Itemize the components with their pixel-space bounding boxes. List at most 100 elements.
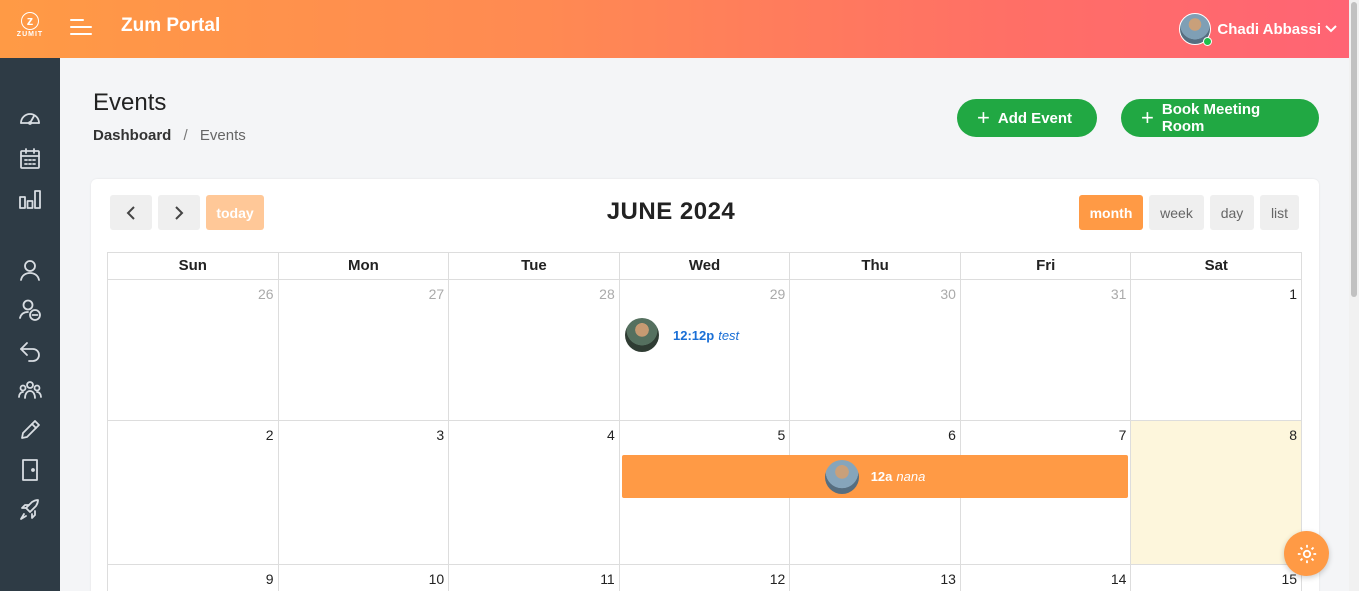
team-icon[interactable] [18, 378, 42, 402]
event-name: test [718, 327, 740, 343]
calendar-day-cell[interactable]: 13 [789, 565, 960, 591]
next-month-button[interactable] [158, 195, 200, 230]
prev-month-button[interactable] [110, 195, 152, 230]
rocket-icon[interactable] [18, 498, 42, 522]
day-number[interactable]: 5 [778, 427, 786, 443]
day-number[interactable]: 4 [607, 427, 615, 443]
plus-icon: + [977, 105, 990, 130]
calendar-day-cell[interactable]: 1 [1130, 280, 1303, 421]
chevron-down-icon [1325, 22, 1337, 36]
bar-chart-icon[interactable] [18, 187, 42, 211]
door-exit-icon[interactable] [18, 458, 42, 482]
settings-fab-button[interactable] [1284, 531, 1329, 576]
calendar-week-row: 9 10 11 12 13 14 15 [107, 565, 1303, 591]
logo-mark-icon: z [21, 12, 39, 30]
pencil-icon[interactable] [18, 418, 42, 442]
plus-icon: + [1141, 105, 1154, 130]
online-status-dot [1203, 37, 1213, 46]
logo-text: ZUMIT [16, 31, 44, 38]
add-event-button[interactable]: + Add Event [957, 99, 1097, 137]
day-number[interactable]: 8 [1289, 427, 1297, 443]
day-number[interactable]: 11 [600, 571, 615, 587]
calendar-day-cell[interactable]: 3 [277, 421, 449, 565]
day-number[interactable]: 15 [1281, 571, 1297, 587]
today-button[interactable]: today [206, 195, 264, 230]
dow-fri: Fri [959, 252, 1131, 280]
dow-sat: Sat [1130, 252, 1303, 280]
day-number[interactable]: 13 [940, 571, 956, 587]
user-icon[interactable] [18, 258, 42, 282]
chevron-right-icon [175, 205, 184, 220]
day-number[interactable]: 27 [429, 286, 445, 302]
calendar-day-cell[interactable]: 27 [277, 280, 449, 421]
calendar-day-cell[interactable]: 12 [618, 565, 790, 591]
day-number[interactable]: 30 [940, 286, 956, 302]
calendar-day-cell[interactable]: 26 [107, 280, 278, 421]
gear-icon [1297, 544, 1316, 563]
user-menu[interactable]: Chadi Abbassi [1179, 13, 1337, 46]
dow-mon: Mon [277, 252, 449, 280]
day-number[interactable]: 7 [1119, 427, 1127, 443]
scrollbar-thumb[interactable] [1351, 2, 1357, 297]
breadcrumb: Dashboard / Events [93, 127, 246, 144]
calendar-day-cell[interactable]: 15 [1130, 565, 1303, 591]
calendar-day-cell-today[interactable]: 8 [1130, 421, 1303, 565]
day-number[interactable]: 1 [1289, 286, 1297, 302]
event-name: nana [896, 469, 926, 484]
calendar-grid: Sun Mon Tue Wed Thu Fri Sat 26 27 28 29 30 31… [107, 252, 1303, 591]
event-time: 12:12p [673, 327, 715, 343]
event-avatar [625, 318, 659, 352]
calendar-day-cell[interactable]: 11 [448, 565, 619, 591]
calendar-day-cell[interactable]: 9 [107, 565, 278, 591]
hamburger-menu-icon[interactable] [70, 19, 92, 37]
page-title: Events [93, 89, 167, 116]
day-number[interactable]: 12 [770, 571, 786, 587]
event-avatar [824, 459, 859, 494]
breadcrumb-dashboard-link[interactable]: Dashboard [93, 127, 171, 144]
day-number[interactable]: 6 [948, 427, 956, 443]
app-title: Zum Portal [121, 15, 221, 36]
dow-sun: Sun [107, 252, 278, 280]
book-meeting-room-button[interactable]: + Book Meeting Room [1121, 99, 1319, 137]
chevron-left-icon [126, 205, 135, 220]
undo-arrow-icon[interactable] [18, 338, 42, 362]
sidebar [0, 58, 60, 591]
calendar-event-nana[interactable]: 12a nana [622, 455, 1128, 498]
calendar-event-test[interactable]: 12:12p test [625, 318, 739, 352]
calendar-day-cell[interactable]: 30 [789, 280, 960, 421]
view-week-button[interactable]: week [1149, 195, 1204, 230]
calendar-day-cell[interactable]: 28 [448, 280, 619, 421]
day-number[interactable]: 2 [266, 427, 274, 443]
dashboard-gauge-icon[interactable] [18, 107, 42, 131]
calendar-day-cell[interactable]: 4 [448, 421, 619, 565]
user-minus-icon[interactable] [18, 298, 42, 322]
day-number[interactable]: 31 [1111, 286, 1127, 302]
view-month-button[interactable]: month [1079, 195, 1143, 230]
avatar [1179, 13, 1213, 46]
calendar-day-cell[interactable]: 2 [107, 421, 278, 565]
view-day-button[interactable]: day [1210, 195, 1254, 230]
calendar-day-cell[interactable]: 31 [959, 280, 1131, 421]
dow-thu: Thu [789, 252, 960, 280]
calendar-day-cell[interactable]: 14 [959, 565, 1131, 591]
day-of-week-header: Sun Mon Tue Wed Thu Fri Sat [107, 252, 1303, 280]
calendar-icon[interactable] [18, 147, 42, 171]
day-number[interactable]: 29 [770, 286, 786, 302]
calendar-title: JUNE 2024 [606, 198, 736, 225]
view-list-button[interactable]: list [1260, 195, 1299, 230]
zumit-logo[interactable]: z ZUMIT [14, 12, 46, 44]
day-number[interactable]: 26 [258, 286, 274, 302]
day-number[interactable]: 10 [429, 571, 445, 587]
book-meeting-room-label: Book Meeting Room [1161, 101, 1261, 135]
day-number[interactable]: 3 [436, 427, 444, 443]
event-time: 12a [870, 469, 893, 484]
day-number[interactable]: 9 [266, 571, 274, 587]
dow-wed: Wed [618, 252, 790, 280]
top-navbar: z ZUMIT Zum Portal Chadi Abbassi [0, 0, 1349, 58]
page-scrollbar[interactable] [1349, 0, 1359, 591]
dow-tue: Tue [448, 252, 619, 280]
breadcrumb-separator: / [183, 127, 188, 144]
day-number[interactable]: 14 [1111, 571, 1127, 587]
day-number[interactable]: 28 [599, 286, 615, 302]
calendar-day-cell[interactable]: 10 [277, 565, 449, 591]
